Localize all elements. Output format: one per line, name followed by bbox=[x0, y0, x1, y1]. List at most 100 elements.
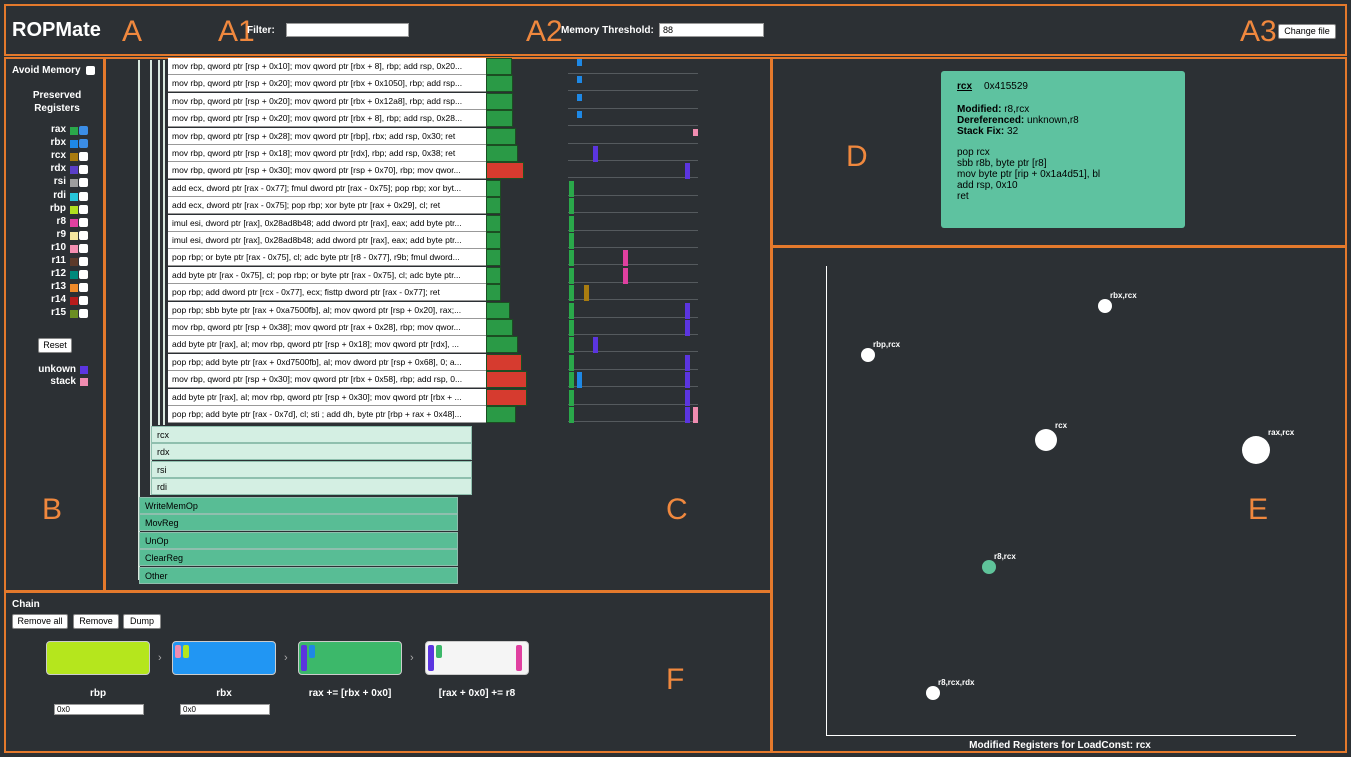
chain-register-mark bbox=[516, 645, 522, 671]
register-name: rbx bbox=[50, 137, 66, 149]
register-group-rsi[interactable]: rsi bbox=[151, 460, 472, 478]
gadget-lane-line bbox=[568, 90, 698, 92]
register-usage-mark bbox=[623, 250, 628, 267]
register-row-rdx: rdx bbox=[10, 163, 96, 176]
gadget-score-bar bbox=[486, 266, 502, 284]
register-color-swatch bbox=[70, 244, 78, 253]
scatter-point[interactable] bbox=[861, 348, 875, 362]
register-checkbox-r12[interactable] bbox=[79, 270, 88, 280]
register-checkbox-rbp[interactable] bbox=[79, 204, 88, 214]
register-usage-mark bbox=[685, 302, 690, 319]
gadget-row[interactable]: pop rbp; add dword ptr [rcx - 0x77], ecx… bbox=[168, 284, 486, 302]
register-usage-mark bbox=[569, 372, 574, 389]
gadget-row[interactable]: add ecx, dword ptr [rax - 0x75]; pop rbp… bbox=[168, 197, 486, 215]
register-color-swatch bbox=[70, 127, 78, 135]
gadget-row[interactable]: imul esi, dword ptr [rax], 0x28ad8b48; a… bbox=[168, 232, 486, 249]
instruction-line: mov byte ptr [rip + 0x1a4d51], bl bbox=[957, 169, 1101, 180]
register-checkbox-rdx[interactable] bbox=[79, 165, 88, 175]
chevron-right-icon: › bbox=[158, 652, 162, 664]
gadget-row[interactable]: mov rbp, qword ptr [rsp + 0x18]; mov qwo… bbox=[168, 145, 486, 162]
gadget-lane-line bbox=[568, 212, 698, 214]
reset-button[interactable]: Reset bbox=[38, 338, 72, 353]
gadget-score-bar bbox=[486, 110, 514, 128]
gadget-row[interactable]: pop rbp; add byte ptr [rax + 0xd7500fb],… bbox=[168, 353, 486, 371]
register-usage-mark bbox=[685, 320, 690, 336]
gadget-row[interactable]: add byte ptr [rax], al; mov rbp, qword p… bbox=[168, 336, 486, 354]
gadget-score-bar bbox=[486, 197, 502, 215]
gadget-row[interactable]: pop rbp; or byte ptr [rax - 0x75], cl; a… bbox=[168, 249, 486, 267]
gadget-lane-line bbox=[568, 386, 698, 388]
chain-value-input[interactable] bbox=[180, 704, 270, 715]
avoid-memory-checkbox[interactable] bbox=[86, 66, 95, 75]
gadget-row[interactable]: mov rbp, qword ptr [rsp + 0x20]; mov qwo… bbox=[168, 110, 486, 128]
register-row-r15: r15 bbox=[10, 307, 96, 320]
category-writememop[interactable]: WriteMemOp bbox=[139, 497, 458, 514]
register-checkbox-r15[interactable] bbox=[79, 309, 88, 319]
gadget-row[interactable]: pop rbp; sbb byte ptr [rax + 0xa7500fb],… bbox=[168, 301, 486, 319]
gadget-lane-line bbox=[568, 247, 698, 248]
category-other[interactable]: Other bbox=[139, 566, 458, 584]
scatter-point[interactable] bbox=[1098, 299, 1112, 313]
chain-block-1[interactable] bbox=[172, 641, 276, 675]
dump-button[interactable]: Dump bbox=[123, 614, 161, 629]
gadget-row[interactable]: pop rbp; add byte ptr [rax - 0x7d], cl; … bbox=[168, 406, 486, 423]
gadget-row[interactable]: mov rbp, qword ptr [rsp + 0x38]; mov qwo… bbox=[168, 319, 486, 336]
register-group-rcx[interactable]: rcx bbox=[151, 426, 472, 443]
gadget-lane-line bbox=[568, 107, 698, 109]
gadget-lane-line bbox=[568, 403, 698, 405]
gadget-score-bar bbox=[486, 179, 502, 197]
scatter-point[interactable] bbox=[1242, 436, 1270, 464]
chain-register-mark bbox=[183, 645, 189, 658]
category-clearreg[interactable]: ClearReg bbox=[139, 549, 458, 567]
register-checkbox-rax[interactable] bbox=[79, 126, 88, 135]
scatter-point[interactable] bbox=[1035, 429, 1057, 451]
chain-block-0[interactable] bbox=[46, 641, 150, 675]
remove-button[interactable]: Remove bbox=[73, 614, 119, 629]
register-usage-mark bbox=[569, 250, 574, 267]
filter-input[interactable] bbox=[286, 23, 409, 37]
gadget-row[interactable]: add byte ptr [rax], al; mov rbp, qword p… bbox=[168, 388, 486, 406]
scatter-point[interactable] bbox=[926, 686, 940, 700]
scatter-point-label: r8,rcx,rdx bbox=[938, 678, 975, 687]
register-usage-mark bbox=[569, 215, 574, 232]
gadget-row[interactable]: mov rbp, qword ptr [rsp + 0x10]; mov qwo… bbox=[168, 58, 486, 75]
gadget-row[interactable]: mov rbp, qword ptr [rsp + 0x30]; mov qwo… bbox=[168, 371, 486, 389]
register-name: rcx bbox=[50, 150, 66, 162]
memory-threshold-input[interactable] bbox=[659, 23, 764, 37]
gadget-row[interactable]: add ecx, dword ptr [rax - 0x77]; fmul dw… bbox=[168, 179, 486, 197]
register-checkbox-r10[interactable] bbox=[79, 243, 88, 253]
category-unop[interactable]: UnOp bbox=[139, 531, 458, 549]
register-checkbox-r14[interactable] bbox=[79, 296, 88, 306]
chain-block-label: [rax + 0x0] += r8 bbox=[438, 688, 516, 699]
scatter-point[interactable] bbox=[982, 560, 996, 574]
category-movreg[interactable]: MovReg bbox=[139, 514, 458, 532]
remove-all-button[interactable]: Remove all bbox=[12, 614, 68, 629]
register-checkbox-r11[interactable] bbox=[79, 257, 88, 266]
gadget-row[interactable]: mov rbp, qword ptr [rsp + 0x20]; mov qwo… bbox=[168, 75, 486, 93]
register-checkbox-rdi[interactable] bbox=[79, 191, 88, 201]
avoid-memory-label: Avoid Memory bbox=[12, 65, 81, 76]
gadget-row[interactable]: mov rbp, qword ptr [rsp + 0x30]; mov qwo… bbox=[168, 162, 486, 180]
gadget-row[interactable]: add byte ptr [rax - 0x75], cl; pop rbp; … bbox=[168, 266, 486, 284]
gadget-row[interactable]: mov rbp, qword ptr [rsp + 0x28]; mov qwo… bbox=[168, 127, 486, 145]
chain-register-mark bbox=[309, 645, 315, 658]
gadget-score-bar bbox=[486, 284, 502, 302]
chain-block-3[interactable] bbox=[425, 641, 529, 675]
register-usage-mark bbox=[577, 93, 582, 101]
register-checkbox-rsi[interactable] bbox=[79, 178, 88, 188]
gadget-row[interactable]: mov rbp, qword ptr [rsp + 0x20]; mov qwo… bbox=[168, 92, 486, 110]
register-checkbox-rbx[interactable] bbox=[79, 139, 88, 149]
register-checkbox-r8[interactable] bbox=[79, 217, 88, 227]
instruction-line: add rsp, 0x10 bbox=[957, 180, 1018, 191]
register-checkbox-r9[interactable] bbox=[79, 230, 88, 240]
register-checkbox-rcx[interactable] bbox=[79, 152, 88, 162]
register-checkbox-r13[interactable] bbox=[79, 283, 88, 293]
register-group-rdi[interactable]: rdi bbox=[151, 478, 472, 496]
chain-block-2[interactable] bbox=[298, 641, 402, 675]
change-file-button[interactable]: Change file bbox=[1278, 24, 1336, 39]
gadget-score-bar bbox=[486, 58, 512, 75]
chain-value-input[interactable] bbox=[54, 704, 144, 715]
register-row-rbx: rbx bbox=[10, 137, 96, 150]
register-group-rdx[interactable]: rdx bbox=[151, 443, 472, 461]
gadget-row[interactable]: imul esi, dword ptr [rax], 0x28ad8b48; a… bbox=[168, 214, 486, 232]
